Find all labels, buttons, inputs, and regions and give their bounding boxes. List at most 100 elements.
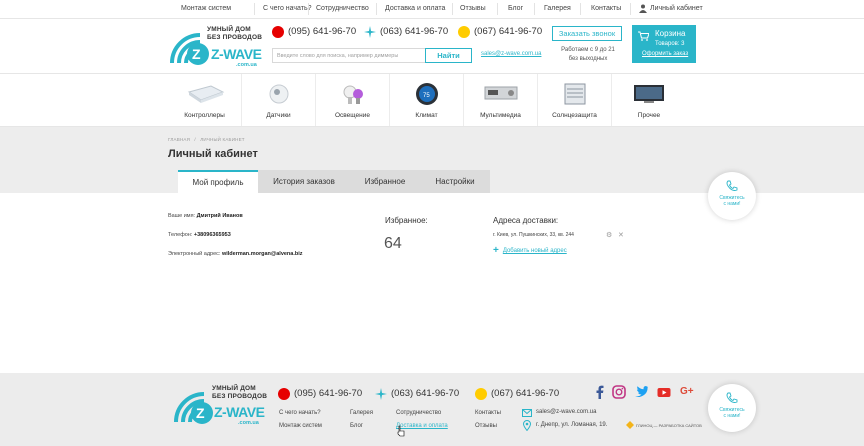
favorites-count[interactable]: 64 bbox=[384, 235, 402, 253]
footer-link-contacts[interactable]: Контакты bbox=[475, 410, 501, 416]
topnav-item-montage[interactable]: Монтаж систем bbox=[181, 5, 231, 12]
topnav-divider bbox=[630, 3, 631, 15]
location-pin-icon bbox=[523, 420, 531, 431]
tab-my-profile[interactable]: Мой профиль bbox=[178, 170, 258, 193]
kyivstar-icon bbox=[375, 388, 387, 400]
footer-link-start[interactable]: С чего начать? bbox=[279, 410, 321, 416]
developer-logo-icon bbox=[626, 421, 634, 429]
tab-order-history[interactable]: История заказов bbox=[258, 170, 350, 193]
developer-credit-link[interactable]: ГЛИНОЦ — РАЗРАБОТКА САЙТОВ bbox=[636, 423, 702, 428]
contact-line-2: с нами! bbox=[723, 201, 741, 207]
phone-number: (067) 641-96-70 bbox=[491, 388, 560, 399]
tab-favorites[interactable]: Избранное bbox=[350, 170, 420, 193]
contact-line-2: с нами! bbox=[723, 413, 741, 419]
working-hours: Работаем с 9 до 21 без выходных bbox=[557, 46, 619, 64]
addresses-title: Адреса доставки: bbox=[493, 216, 559, 225]
category-label: Климат bbox=[415, 112, 438, 119]
topnav-divider bbox=[308, 3, 309, 15]
topnav-divider bbox=[376, 3, 377, 15]
topnav-item-blog[interactable]: Блог bbox=[508, 5, 523, 12]
address-item: г. Киев, ул. Пушкинских, 33, кв. 244 bbox=[493, 232, 574, 238]
category-bar: Контроллеры Датчики Освещение 75 Климат bbox=[0, 73, 864, 127]
facebook-icon[interactable] bbox=[593, 385, 607, 399]
footer-link-blog[interactable]: Блог bbox=[350, 423, 363, 429]
footer-email-link[interactable]: sales@z-wave.com.ua bbox=[536, 409, 596, 415]
hours-line-1: Работаем с 9 до 21 bbox=[561, 47, 615, 53]
topnav-item-cooperation[interactable]: Сотрудничество bbox=[316, 5, 369, 12]
add-address-label: Добавить новый адрес bbox=[502, 248, 567, 254]
settings-icon[interactable]: ⚙ bbox=[606, 231, 612, 239]
topnav-item-contacts[interactable]: Контакты bbox=[591, 5, 621, 12]
lifecell-icon bbox=[458, 26, 470, 38]
cart-icon bbox=[638, 31, 649, 41]
footer-logo-wordmark: Z-WAVE bbox=[214, 404, 265, 420]
bulb-device-icon bbox=[343, 85, 363, 104]
tagline-line-1: УМНЫЙ ДОМ bbox=[212, 385, 256, 392]
topnav-divider bbox=[497, 3, 498, 15]
lifecell-icon bbox=[475, 388, 487, 400]
contact-us-bubble[interactable]: Свяжитесь с нами! bbox=[708, 172, 756, 220]
profile-name-row: Ваше имя: Дмитрий Иванов bbox=[168, 213, 243, 219]
topnav-item-gallery[interactable]: Галерея bbox=[544, 5, 571, 12]
blinds-device-icon bbox=[564, 83, 585, 105]
breadcrumb-home[interactable]: ГЛАВНАЯ bbox=[168, 137, 190, 142]
logo-tagline: УМНЫЙ ДОМ БЕЗ ПРОВОДОВ bbox=[207, 26, 262, 42]
tagline-line-2: БЕЗ ПРОВОДОВ bbox=[212, 393, 268, 400]
topnav-divider bbox=[580, 3, 581, 15]
category-label: Солнцезащита bbox=[552, 112, 597, 119]
google-plus-icon[interactable]: G+ bbox=[680, 386, 694, 400]
plus-icon: + bbox=[493, 245, 499, 256]
category-sensors[interactable]: Датчики bbox=[242, 74, 316, 126]
vodafone-icon bbox=[278, 388, 290, 400]
topnav-divider bbox=[534, 3, 535, 15]
phone-number: (067) 641-96-70 bbox=[474, 26, 543, 37]
add-address-link[interactable]: + Добавить новый адрес bbox=[493, 245, 567, 256]
category-label: Мультимедиа bbox=[480, 112, 521, 119]
search-button[interactable]: Найти bbox=[425, 48, 472, 63]
phone-number: (095) 641-96-70 bbox=[294, 388, 363, 399]
cart-widget[interactable]: Корзина Товаров: 3 Оформить заказ bbox=[632, 25, 696, 63]
close-icon[interactable]: ✕ bbox=[618, 231, 624, 239]
contact-us-bubble-footer[interactable]: Свяжитесь с нами! bbox=[708, 384, 756, 432]
category-climate[interactable]: 75 Климат bbox=[390, 74, 464, 126]
contact-us-text: Свяжитесь с нами! bbox=[712, 195, 752, 207]
header-email-link[interactable]: sales@z-wave.com.ua bbox=[481, 51, 541, 57]
category-multimedia[interactable]: Мультимедиа bbox=[464, 74, 538, 126]
breadcrumb: ГЛАВНАЯ / ЛИЧНЫЙ КАБИНЕТ bbox=[168, 137, 245, 142]
instagram-icon[interactable] bbox=[612, 385, 626, 399]
favorites-title: Избранное: bbox=[385, 216, 428, 225]
svg-text:Z: Z bbox=[192, 46, 201, 62]
phone-label: Телефон: bbox=[168, 232, 193, 238]
topnav-item-start[interactable]: С чего начать? bbox=[263, 5, 312, 12]
footer-link-montage[interactable]: Монтаж систем bbox=[279, 423, 322, 429]
footer-link-cooperation[interactable]: Сотрудничество bbox=[396, 410, 441, 416]
vodafone-icon bbox=[272, 26, 284, 38]
user-icon bbox=[639, 4, 647, 13]
category-label: Датчики bbox=[266, 112, 291, 119]
tagline-line-2: БЕЗ ПРОВОДОВ bbox=[207, 34, 263, 41]
mouse-cursor-icon bbox=[397, 425, 405, 437]
mail-icon bbox=[522, 409, 532, 417]
category-other[interactable]: Прочее bbox=[612, 74, 686, 126]
account-link[interactable]: Личный кабинет bbox=[650, 5, 703, 12]
category-sun-protection[interactable]: Солнцезащита bbox=[538, 74, 612, 126]
cart-title: Корзина bbox=[655, 29, 686, 38]
checkout-link[interactable]: Оформить заказ bbox=[642, 51, 688, 57]
phone-number: (063) 641-96-70 bbox=[391, 388, 460, 399]
sensor-device-icon bbox=[269, 84, 288, 104]
twitter-icon[interactable] bbox=[634, 385, 648, 399]
category-controllers[interactable]: Контроллеры bbox=[168, 74, 242, 126]
youtube-icon[interactable] bbox=[657, 385, 671, 399]
topnav-item-delivery[interactable]: Доставка и оплата bbox=[385, 5, 445, 12]
footer-link-reviews[interactable]: Отзывы bbox=[475, 423, 497, 429]
tab-settings[interactable]: Настройки bbox=[420, 170, 490, 193]
category-lighting[interactable]: Освещение bbox=[316, 74, 390, 126]
footer-link-gallery[interactable]: Галерея bbox=[350, 410, 373, 416]
callback-button[interactable]: Заказать звонок bbox=[552, 26, 622, 41]
av-receiver-icon bbox=[484, 86, 517, 100]
devices-icon bbox=[634, 85, 664, 103]
breadcrumb-separator: / bbox=[194, 137, 196, 142]
category-label: Контроллеры bbox=[184, 112, 225, 119]
phone-number: (095) 641-96-70 bbox=[288, 26, 357, 37]
topnav-item-reviews[interactable]: Отзывы bbox=[460, 5, 486, 12]
